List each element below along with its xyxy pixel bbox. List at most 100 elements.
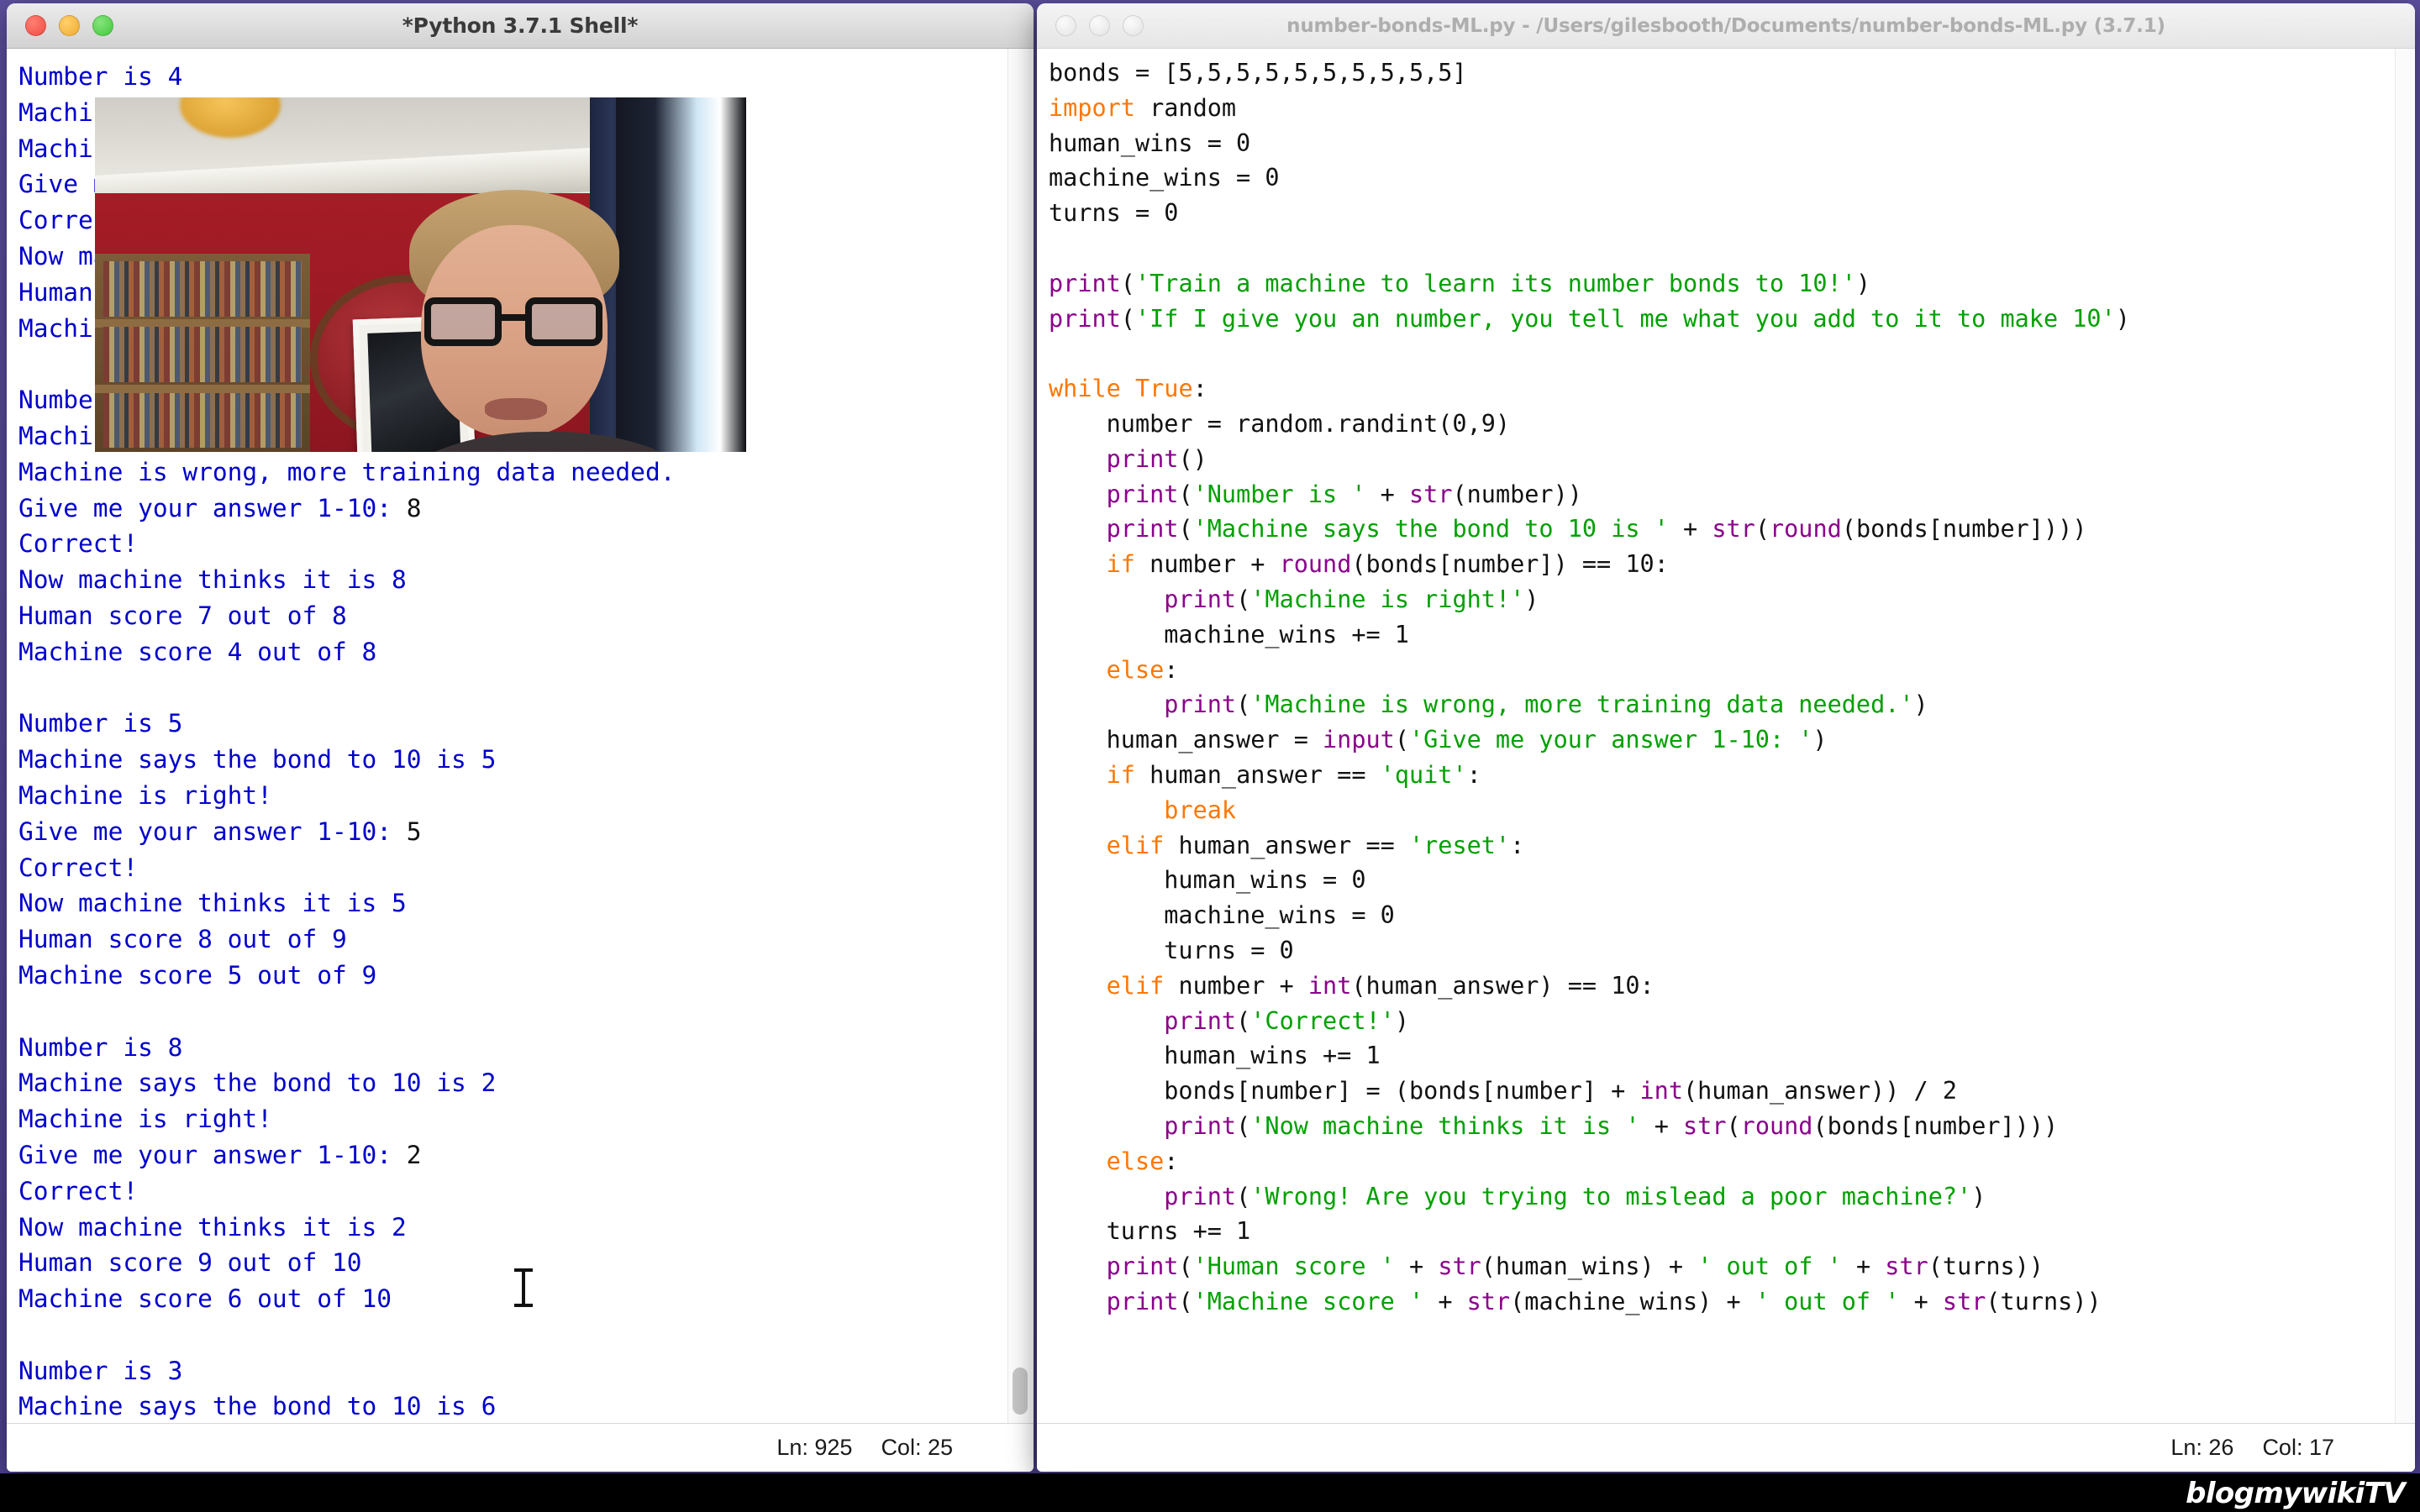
- webcam-overlay: [95, 97, 746, 452]
- code-token: ): [1855, 269, 1871, 297]
- editor-scrollbar[interactable]: [2395, 49, 2413, 1423]
- code-token: ): [1812, 726, 1828, 754]
- shell-window-title: *Python 3.7.1 Shell*: [402, 13, 639, 38]
- editor-code-line: [1049, 231, 2391, 266]
- code-token: elif: [1106, 971, 1165, 1000]
- editor-code-line: turns = 0: [1049, 933, 2391, 969]
- code-token: else: [1106, 1147, 1165, 1175]
- shell-prompt-text: Give me your answer 1-10:: [18, 493, 407, 522]
- editor-code-line: turns = 0: [1049, 196, 2391, 231]
- minimize-button-icon[interactable]: [1089, 15, 1110, 36]
- code-token: 'Now machine thinks it is ': [1250, 1111, 1640, 1140]
- code-token: str: [1885, 1252, 1928, 1281]
- editor-code-line: machine_wins = 0: [1049, 898, 2391, 933]
- code-token: ): [1524, 585, 1539, 613]
- editor-code-line: human_wins = 0: [1049, 126, 2391, 161]
- shell-line: Number is 5: [18, 709, 183, 738]
- webcam-books-row: [103, 392, 302, 449]
- code-token: (bonds[number]) == 10:: [1351, 550, 1669, 579]
- editor-window[interactable]: number-bonds-ML.py - /Users/gilesbooth/D…: [1037, 3, 2415, 1472]
- minimize-button-icon[interactable]: [59, 15, 80, 36]
- code-token: :: [1164, 655, 1179, 684]
- editor-code-line: print(): [1049, 442, 2391, 477]
- maximize-button-icon[interactable]: [1123, 15, 1144, 36]
- shell-output-area[interactable]: Number is 4 Machine says the bond to 10 i…: [7, 49, 1034, 1423]
- maximize-button-icon[interactable]: [92, 15, 113, 36]
- editor-code-line: if human_answer == 'quit':: [1049, 758, 2391, 793]
- code-token: ): [1971, 1182, 1986, 1210]
- python-shell-window[interactable]: *Python 3.7.1 Shell* Number is 4 Machine …: [7, 3, 1034, 1472]
- editor-traffic-lights[interactable]: [1055, 15, 1144, 36]
- code-token: (: [1120, 269, 1135, 297]
- shell-line: Now machine thinks it is 8: [18, 565, 407, 595]
- code-token: :: [1510, 831, 1525, 859]
- shell-line: Machine is right!: [18, 780, 272, 810]
- close-button-icon[interactable]: [1055, 15, 1076, 36]
- editor-code-line: bonds = [5,5,5,5,5,5,5,5,5,5]: [1049, 55, 2391, 91]
- code-token: human_answer =: [1049, 726, 1323, 754]
- code-token: print: [1049, 269, 1121, 297]
- shell-scrollbar[interactable]: [1007, 49, 1031, 1423]
- code-token: machine_wins += 1: [1049, 620, 1409, 648]
- editor-code-line: number = random.randint(0,9): [1049, 407, 2391, 442]
- code-token: while: [1049, 375, 1121, 403]
- code-token: print: [1106, 515, 1179, 543]
- code-token: bonds = [5,5,5,5,5,5,5,5,5,5]: [1049, 59, 1467, 87]
- shell-prompt-text: Give me your answer 1-10:: [18, 816, 407, 846]
- code-token: str: [1683, 1111, 1727, 1140]
- shell-scrollbar-thumb[interactable]: [1013, 1368, 1028, 1415]
- shell-line: Machine says the bond to 10 is 2: [18, 1068, 497, 1098]
- code-token: +: [1899, 1287, 1943, 1315]
- editor-code-line: human_wins = 0: [1049, 863, 2391, 898]
- shell-line: Correct!: [18, 529, 139, 559]
- code-token: (: [1236, 585, 1251, 613]
- editor-code-line: if number + round(bonds[number]) == 10:: [1049, 547, 2391, 582]
- code-token: (: [1236, 690, 1251, 719]
- editor-code-line: print('Machine is right!'): [1049, 582, 2391, 617]
- shell-traffic-lights[interactable]: [25, 15, 113, 36]
- shell-titlebar[interactable]: *Python 3.7.1 Shell*: [7, 3, 1034, 49]
- editor-col-indicator: Col: 17: [2262, 1435, 2334, 1460]
- code-token: print: [1106, 480, 1179, 508]
- editor-code-line: else:: [1049, 653, 2391, 688]
- shell-line: Machine score 5 out of 9: [18, 960, 377, 990]
- code-token: (number)): [1452, 480, 1582, 508]
- code-token: 'Machine score ': [1192, 1287, 1424, 1315]
- editor-code-line: print('Train a machine to learn its numb…: [1049, 266, 2391, 302]
- code-token: int: [1639, 1077, 1683, 1105]
- code-token: str: [1438, 1252, 1481, 1281]
- code-token: turns += 1: [1049, 1217, 1251, 1246]
- editor-code-area[interactable]: bonds = [5,5,5,5,5,5,5,5,5,5] import rand…: [1037, 49, 2415, 1423]
- editor-titlebar[interactable]: number-bonds-ML.py - /Users/gilesbooth/D…: [1037, 3, 2415, 49]
- code-token: +: [1639, 1111, 1684, 1140]
- code-token: 'Give me your answer 1-10: ': [1408, 726, 1813, 754]
- code-token: random: [1134, 93, 1237, 122]
- code-token: (: [1178, 1252, 1193, 1281]
- code-token: ' out of ': [1697, 1252, 1842, 1281]
- close-button-icon[interactable]: [25, 15, 46, 36]
- editor-code-line: print('Human score ' + str(human_wins) +…: [1049, 1249, 2391, 1284]
- code-token: (: [1178, 480, 1193, 508]
- code-token: str: [1466, 1287, 1511, 1315]
- code-token: (turns)): [1986, 1287, 2102, 1315]
- code-token: (: [1394, 726, 1409, 754]
- editor-code-line: else:: [1049, 1144, 2391, 1179]
- shell-line: Human score 8 out of 9: [18, 925, 347, 954]
- editor-code-line: import random: [1049, 91, 2391, 126]
- code-token: turns = 0: [1049, 936, 1294, 964]
- code-token: bonds[number] = (bonds[number] +: [1049, 1077, 1640, 1105]
- code-token: print: [1164, 690, 1237, 719]
- code-token: turns = 0: [1049, 199, 1179, 228]
- code-token: ): [1913, 690, 1928, 719]
- shell-line: Human score 7 out of 8: [18, 601, 347, 630]
- editor-code-line: human_wins += 1: [1049, 1038, 2391, 1074]
- code-token: number = random.randint(0,9): [1049, 409, 1511, 438]
